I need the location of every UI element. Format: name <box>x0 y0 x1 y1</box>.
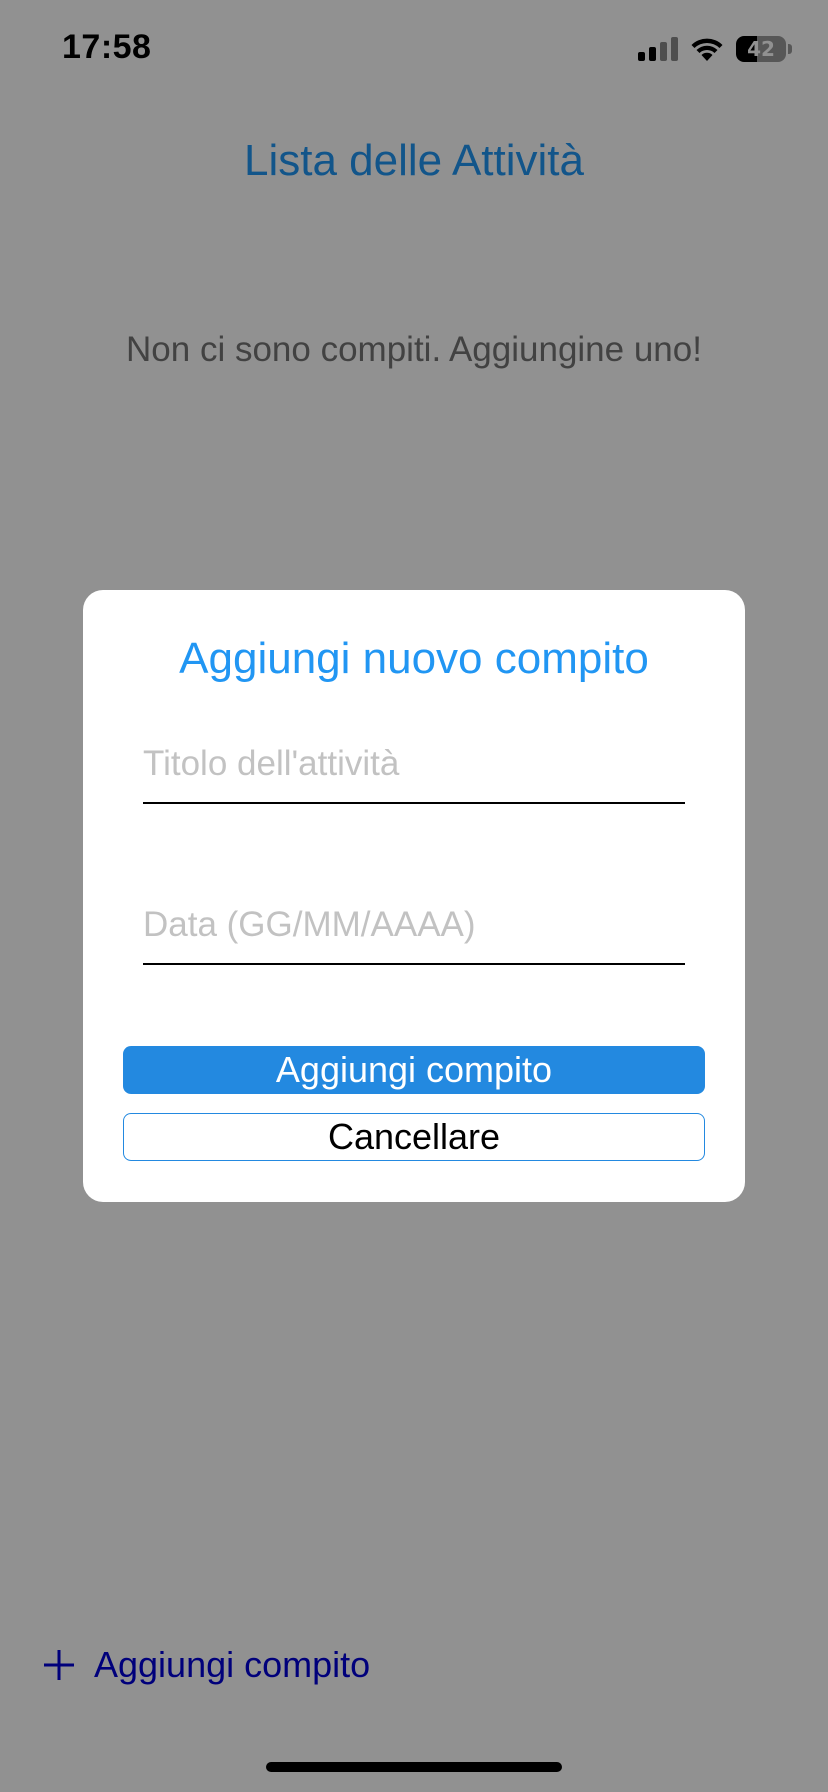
add-task-button[interactable]: Aggiungi compito <box>123 1046 705 1094</box>
task-title-input[interactable] <box>143 734 685 804</box>
add-task-dialog: Aggiungi nuovo compito Aggiungi compito … <box>83 590 745 1202</box>
task-date-input[interactable] <box>143 895 685 965</box>
cancel-button[interactable]: Cancellare <box>123 1113 705 1161</box>
dialog-title: Aggiungi nuovo compito <box>179 634 649 683</box>
